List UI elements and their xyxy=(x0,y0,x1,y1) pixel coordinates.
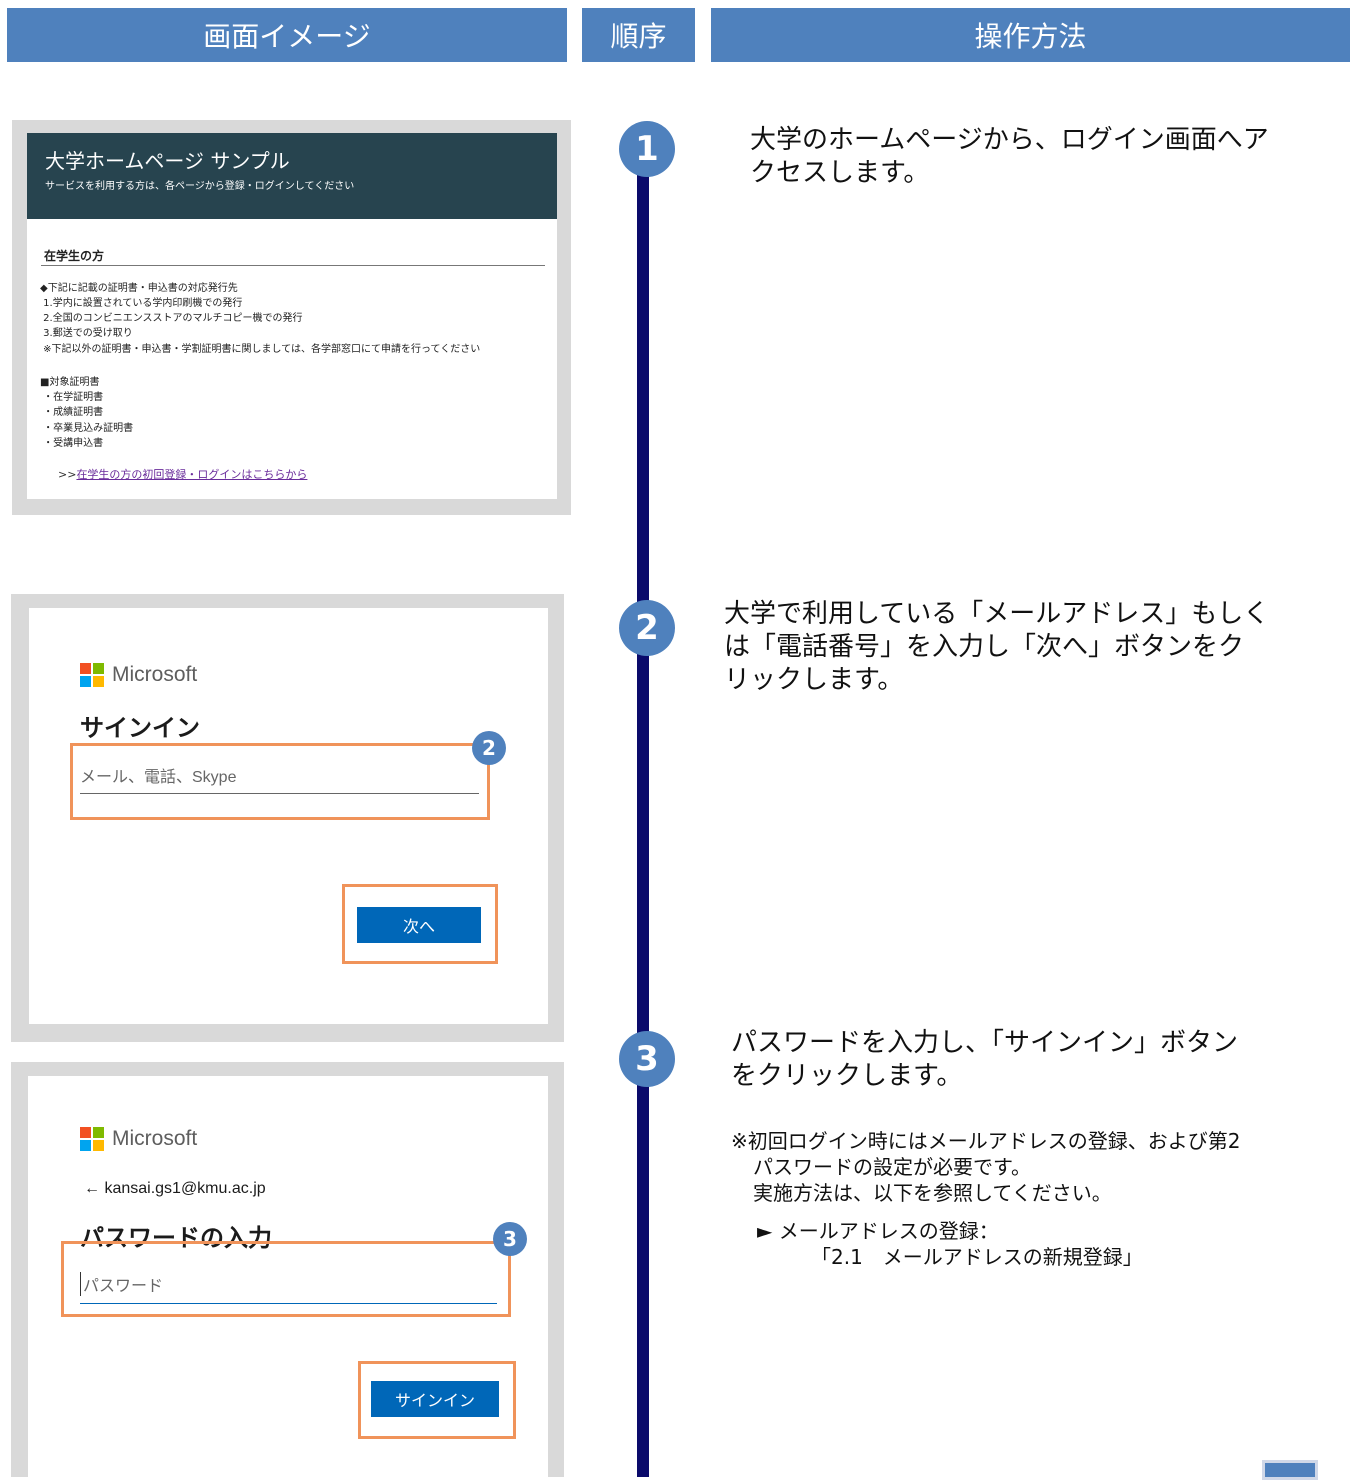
step-2-badge: 2 xyxy=(619,600,675,656)
page-nav-button[interactable] xyxy=(1262,1460,1318,1480)
password-input[interactable]: パスワード xyxy=(80,1272,163,1296)
info-line: ■対象証明書 xyxy=(40,377,100,388)
signin-title: サインイン xyxy=(80,714,200,742)
section-divider xyxy=(41,265,545,266)
password-step-badge: 3 xyxy=(493,1222,527,1256)
info-line: 3.郵送での受け取り xyxy=(40,328,133,339)
info-line: ・成績証明書 xyxy=(40,407,104,418)
password-input-underline xyxy=(80,1303,497,1304)
info-line: ・卒業見込み証明書 xyxy=(40,423,134,434)
section-heading: 在学生の方 xyxy=(44,249,105,263)
step-3-description: パスワードを入力し、「サインイン」ボタン をクリックします。 xyxy=(731,1028,1239,1091)
microsoft-logo: Microsoft xyxy=(80,1127,197,1151)
email-input[interactable]: メール、電話、Skype xyxy=(80,763,236,787)
info-line: ・在学証明書 xyxy=(40,392,104,403)
info-line: 2.全国のコンビニエンスストアのマルチコピー機での発行 xyxy=(40,313,303,324)
info-line: ◆下記に記載の証明書・申込書の対応発行先 xyxy=(40,283,238,294)
info-line: ※下記以外の証明書・申込書・学割証明書に関しましては、各学部窓口にて申請を行って… xyxy=(40,344,481,355)
info-line: ・受講申込書 xyxy=(40,438,104,449)
step-3-badge: 3 xyxy=(619,1031,675,1087)
next-button[interactable]: 次へ xyxy=(357,907,481,943)
login-link-row: >>在学生の方の初回登録・ログインはこちらから xyxy=(58,466,307,482)
header-order: 順序 xyxy=(582,8,695,62)
microsoft-wordmark: Microsoft xyxy=(112,663,198,686)
university-title: 大学ホームページ サンプル xyxy=(45,149,290,173)
university-banner: 大学ホームページ サンプル サービスを利用する方は、各ページから登録・ログインし… xyxy=(27,133,557,219)
header-operation: 操作方法 xyxy=(711,8,1350,62)
signin-button[interactable]: サインイン xyxy=(371,1381,499,1417)
student-login-link[interactable]: 在学生の方の初回登録・ログインはこちらから xyxy=(76,468,307,481)
step-3-note: ※初回ログイン時にはメールアドレスの登録、および第2 パスワードの設定が必要です… xyxy=(731,1129,1241,1269)
microsoft-wordmark: Microsoft xyxy=(112,1127,198,1150)
step-1-description: 大学のホームページから、ログイン画面へア クセスします。 xyxy=(750,125,1269,188)
email-input-underline xyxy=(80,793,479,794)
info-line: 1.学内に設置されている学内印刷機での発行 xyxy=(40,298,243,309)
microsoft-logo: Microsoft xyxy=(80,663,197,687)
step-1-badge: 1 xyxy=(619,121,675,177)
signin-step-badge: 2 xyxy=(472,731,506,765)
timeline-bar xyxy=(637,150,649,1477)
link-prefix: >> xyxy=(58,468,77,481)
account-back-link[interactable]: ← kansai.gs1@kmu.ac.jp xyxy=(84,1180,266,1198)
header-screen-image: 画面イメージ xyxy=(7,8,567,62)
microsoft-logo-icon xyxy=(80,1127,104,1151)
step-2-description: 大学で利用している「メールアドレス」もしく は「電話番号」を入力し「次へ」ボタンを… xyxy=(724,599,1270,695)
microsoft-logo-icon xyxy=(80,663,104,687)
university-subtitle: サービスを利用する方は、各ページから登録・ログインしてください xyxy=(45,181,355,192)
